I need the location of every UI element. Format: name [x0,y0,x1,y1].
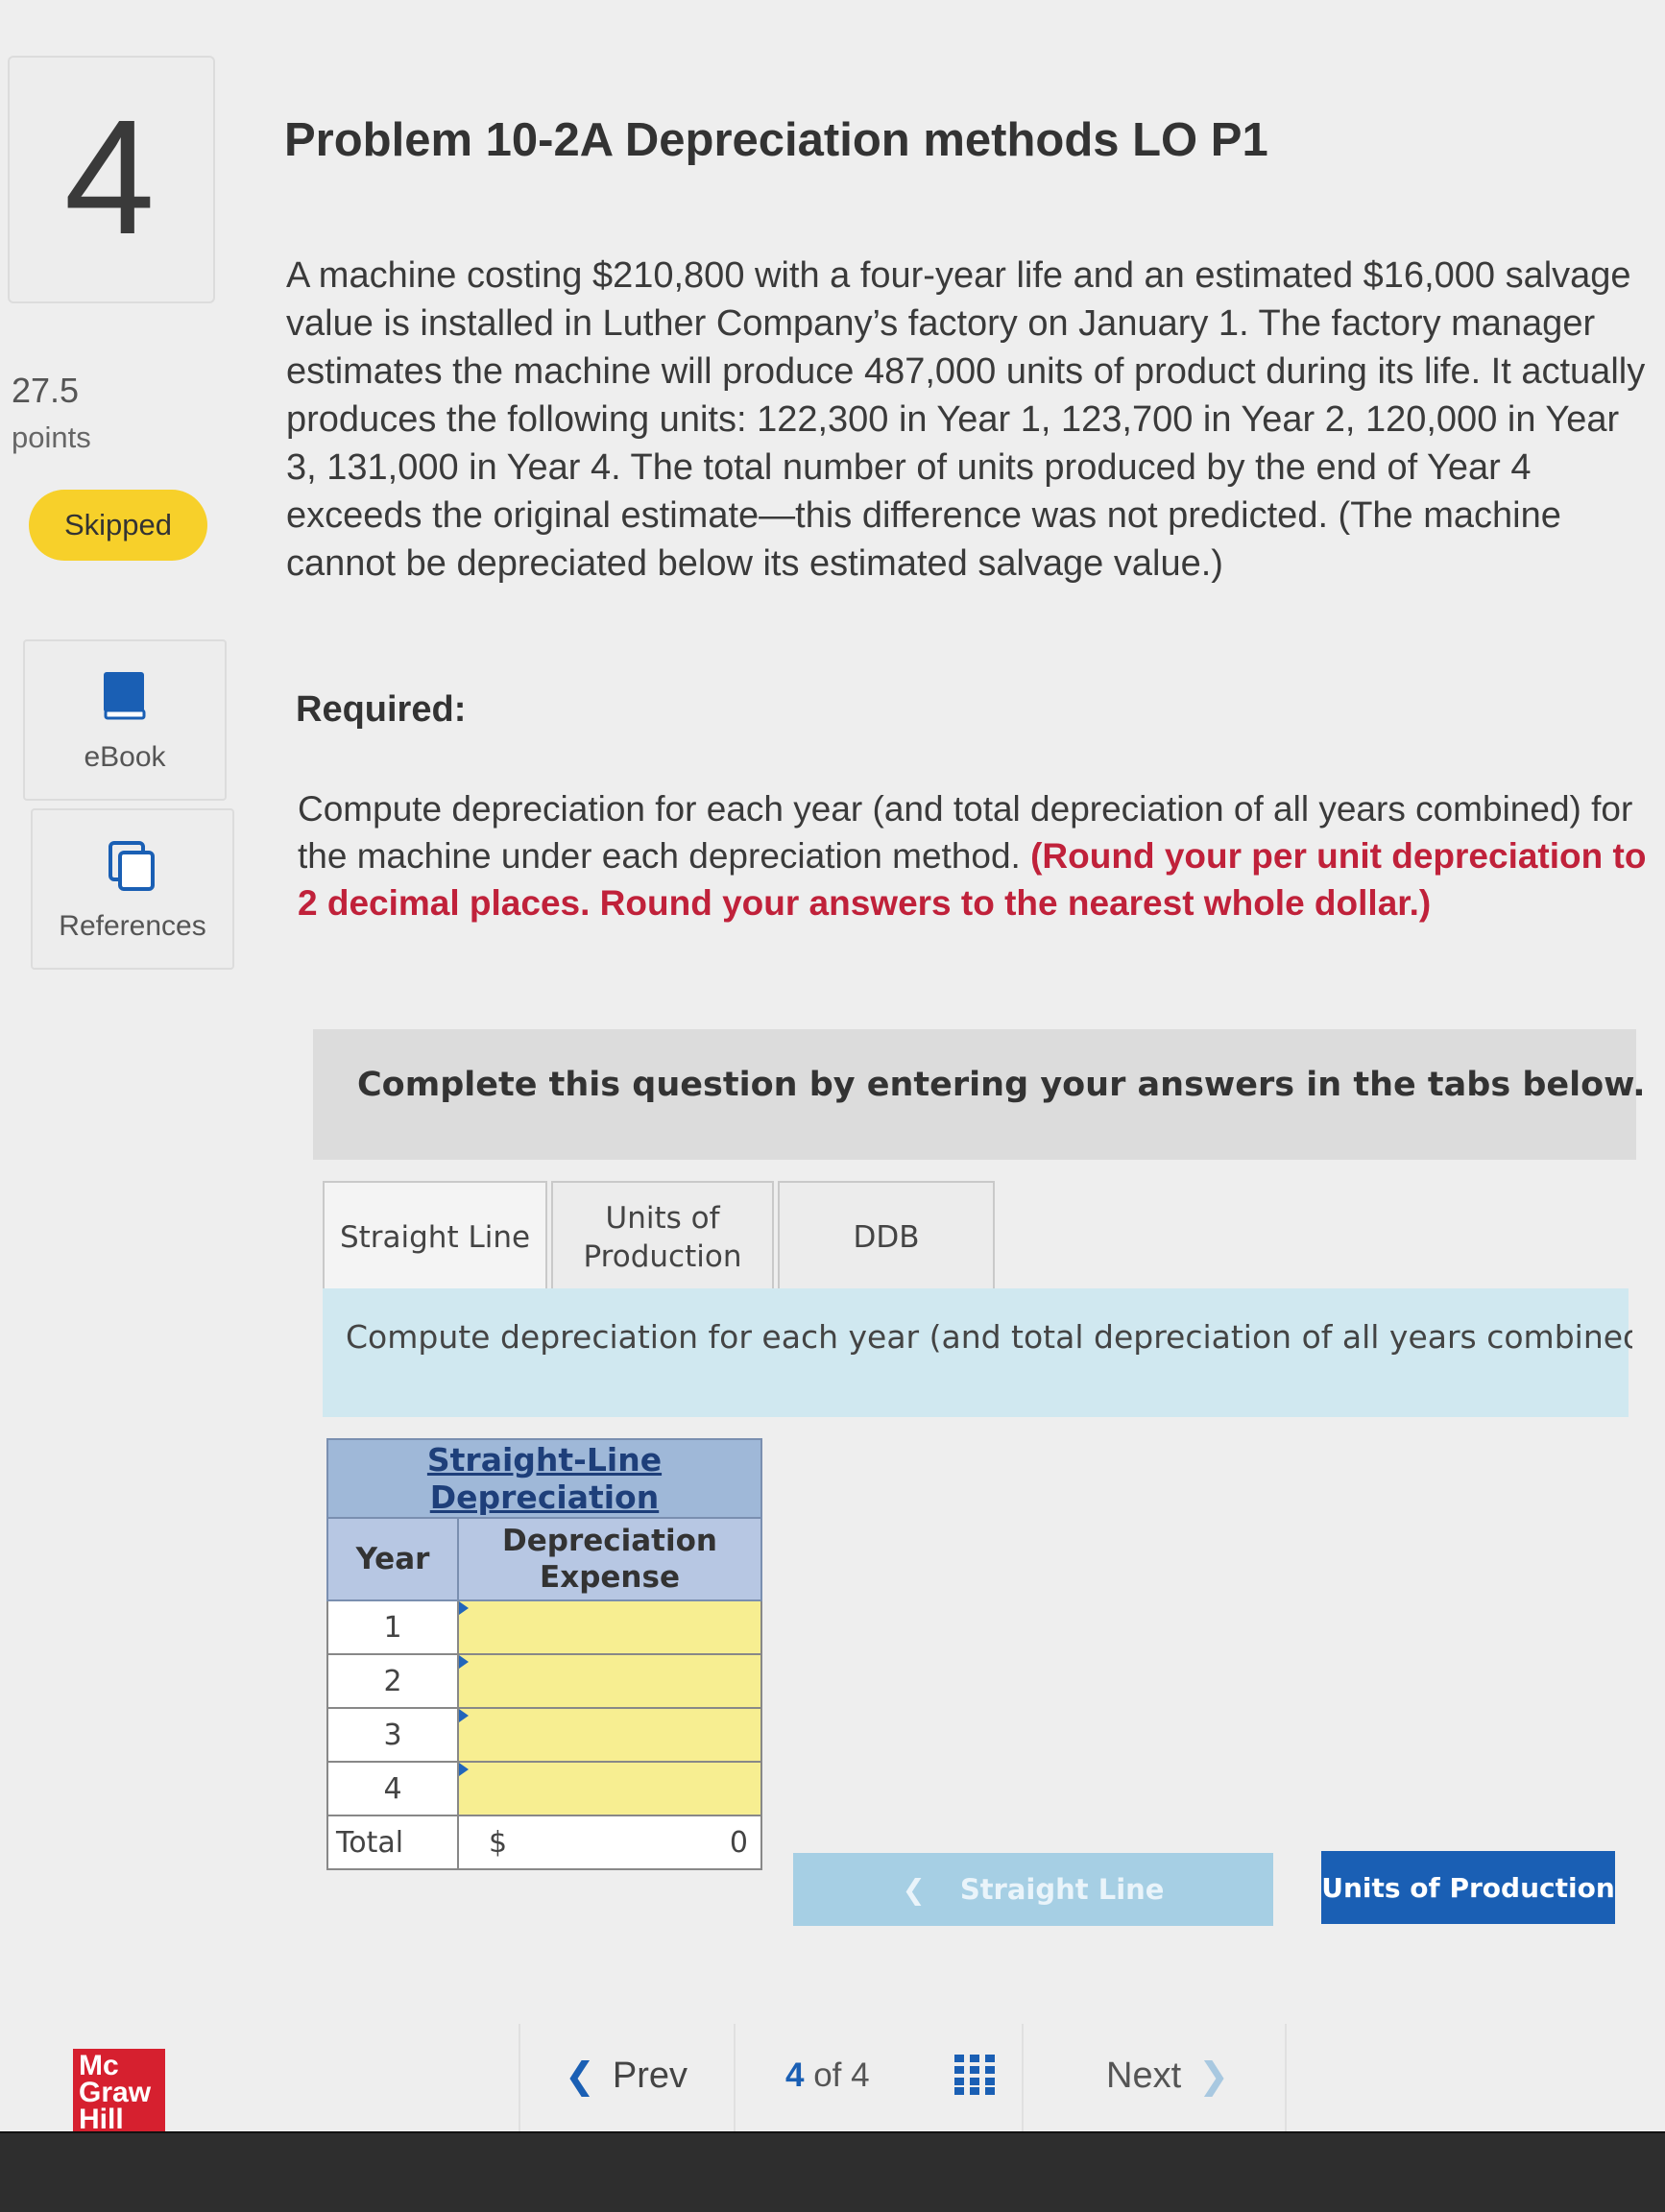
total-value: 0 [729,1825,748,1860]
expense-input-year-3[interactable] [457,1707,762,1763]
chevron-right-icon: ❯ [1198,2056,1229,2097]
tab-straight-line[interactable]: Straight Line [323,1181,547,1294]
next-tab-button[interactable]: Units of Production [1321,1851,1615,1924]
col-year-header: Year [326,1517,459,1601]
prev-tab-label: Straight Line [959,1873,1165,1906]
prev-button[interactable]: ❮ Prev [565,2055,688,2098]
table-row: 3 [326,1707,762,1763]
problem-text: A machine costing $210,800 with a four-y… [286,255,1646,584]
ebook-button[interactable]: eBook [23,639,227,801]
tab-instruction-text: Compute depreciation for each year (and … [346,1318,1632,1356]
grid-icon[interactable] [954,2055,995,2100]
mcgraw-hill-logo: Mc Graw Hill [73,2049,165,2137]
expense-input-year-4[interactable] [457,1761,762,1816]
expense-input-year-1[interactable] [457,1599,762,1655]
question-number: 4 [63,86,156,269]
required-label: Required: [296,689,467,730]
chevron-left-icon: ❮ [902,1873,926,1906]
prev-tab-button[interactable]: ❮ Straight Line [793,1853,1273,1926]
table-row: 2 [326,1653,762,1709]
instruction: Compute depreciation for each year (and … [298,785,1652,926]
total-label: Total [326,1815,459,1870]
next-button[interactable]: Next ❯ [1106,2055,1229,2098]
references-label: References [59,910,206,942]
table-row: 4 [326,1761,762,1816]
current-page: 4 [785,2056,805,2094]
year-cell: 4 [326,1761,459,1816]
tab-ddb[interactable]: DDB [778,1181,995,1294]
tab-instruction: Compute depreciation for each year (and … [346,1315,1632,1358]
next-label: Next [1106,2056,1182,2096]
year-cell: 1 [326,1599,459,1655]
logo-line-3: Hill [79,2104,124,2135]
logo-line-2: Graw [79,2077,152,2108]
total-row: Total $ 0 [326,1815,762,1870]
references-button[interactable]: References [31,808,234,970]
table-caption: Straight-Line Depreciation [326,1438,762,1519]
table-row: 1 [326,1599,762,1655]
problem-title: Problem 10-2A Depreciation methods LO P1 [284,114,1268,166]
total-currency: $ [489,1825,508,1860]
page-indicator: 4 of 4 [785,2056,870,2095]
total-value-cell: $ 0 [457,1815,762,1870]
tab-units-of-production[interactable]: Units of Production [551,1181,774,1294]
chevron-left-icon: ❮ [565,2056,595,2097]
nav-divider [1022,2024,1024,2131]
year-cell: 3 [326,1707,459,1763]
prev-label: Prev [612,2056,688,2096]
desk-background [0,2133,1665,2212]
nav-divider [1285,2024,1287,2131]
banner-text: Complete this question by entering your … [357,1066,1646,1104]
points-value: 27.5 [12,371,80,410]
next-tab-label: Units of Production [1321,1871,1615,1904]
nav-divider [734,2024,736,2131]
straight-line-table: Straight-Line Depreciation Year Deprecia… [326,1438,762,1870]
col-expense-header: Depreciation Expense [457,1517,762,1601]
expense-input-year-2[interactable] [457,1653,762,1709]
nav-divider [519,2024,520,2131]
year-cell: 2 [326,1653,459,1709]
page-of: of [813,2056,842,2094]
logo-line-1: Mc [79,2050,119,2081]
ebook-label: eBook [84,741,166,773]
book-icon [102,670,148,725]
total-pages: 4 [851,2056,870,2094]
status-badge: Skipped [29,490,207,561]
copy-icon [107,839,158,898]
points-label: points [12,421,91,454]
